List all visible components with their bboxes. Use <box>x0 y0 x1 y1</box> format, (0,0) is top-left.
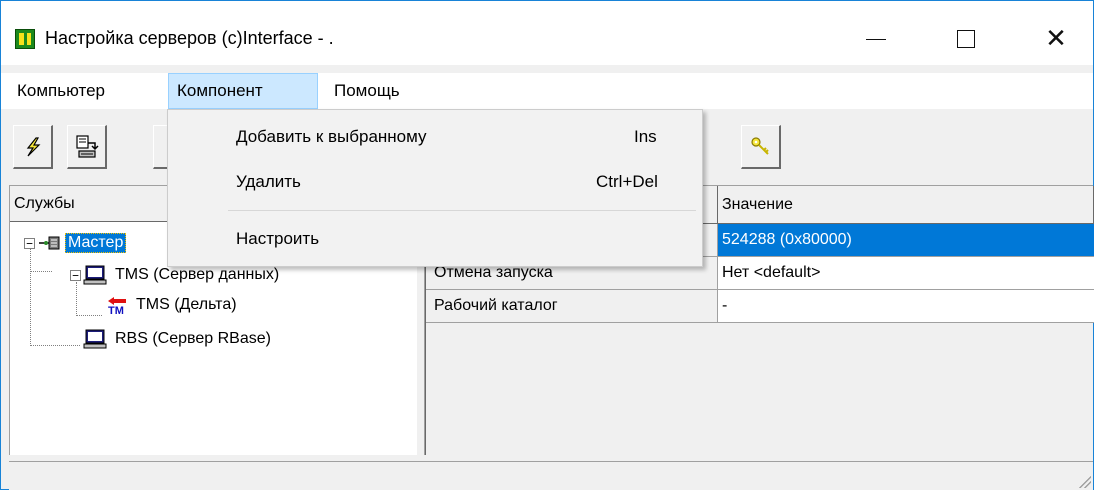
tree-connector <box>30 271 52 272</box>
lightning-button[interactable] <box>13 125 53 169</box>
close-icon: ✕ <box>1045 24 1067 54</box>
tree-connector <box>76 315 102 316</box>
tree-node-label[interactable]: TMS (Сервер данных) <box>113 266 281 284</box>
menu-separator <box>228 210 696 211</box>
menu-item-shortcut: Ins <box>634 127 657 146</box>
grid-row[interactable]: Рабочий каталог - <box>426 290 1094 323</box>
maximize-icon <box>957 30 975 48</box>
column-header-value[interactable]: Значение <box>718 186 1094 224</box>
key-icon <box>750 136 769 155</box>
menu-item-shortcut: Ctrl+Del <box>596 172 658 191</box>
computer-icon <box>83 329 107 349</box>
menu-item-add-to-selected[interactable]: Добавить к выбранному Ins <box>170 120 700 154</box>
resize-grip-icon[interactable] <box>1079 476 1091 488</box>
tree-node-master[interactable]: − Мастер <box>24 230 127 256</box>
menu-bar: Компьютер Компонент Помощь <box>1 73 1093 109</box>
tm-icon-text: TM <box>108 305 124 316</box>
computer-icon <box>83 265 107 285</box>
menu-computer[interactable]: Компьютер <box>15 73 113 109</box>
export-icon <box>75 134 99 158</box>
tree-node-tms-delta[interactable]: TM TMS (Дельта) <box>104 292 239 318</box>
lightning-icon <box>26 136 40 156</box>
grid-cell-value[interactable]: - <box>718 290 1094 323</box>
status-bar <box>9 461 1093 490</box>
export-button[interactable] <box>67 125 107 169</box>
menu-item-label: Настроить <box>236 229 320 248</box>
grid-cell-name[interactable]: Рабочий каталог <box>426 290 718 323</box>
app-icon <box>15 29 35 49</box>
minimize-icon <box>866 38 886 40</box>
window-title: Настройка серверов (c)Interface - . <box>45 28 334 48</box>
maximize-button[interactable] <box>931 15 1001 63</box>
menu-help[interactable]: Помощь <box>326 73 408 109</box>
collapse-icon[interactable]: − <box>24 237 35 249</box>
component-menu-dropdown: Добавить к выбранному Ins Удалить Ctrl+D… <box>167 109 703 267</box>
minimize-button[interactable] <box>841 15 911 63</box>
menu-item-delete[interactable]: Удалить Ctrl+Del <box>170 165 700 199</box>
app-window: Настройка серверов (c)Interface - . ✕ Ко… <box>0 0 1094 490</box>
menu-item-configure[interactable]: Настроить <box>170 222 700 256</box>
collapse-icon[interactable]: − <box>70 269 81 281</box>
menu-item-label: Добавить к выбранному <box>236 127 427 146</box>
key-button[interactable] <box>741 125 781 169</box>
network-icon <box>39 236 60 250</box>
menu-item-label: Удалить <box>236 172 301 191</box>
close-button[interactable]: ✕ <box>1021 15 1091 63</box>
menu-component[interactable]: Компонент <box>168 73 318 109</box>
tree-connector <box>30 248 31 346</box>
title-bar[interactable]: Настройка серверов (c)Interface - . ✕ <box>1 1 1093 65</box>
grid-cell-value[interactable]: Нет <default> <box>718 257 1094 290</box>
tree-node-rbs-server[interactable]: RBS (Сервер RBase) <box>70 326 273 352</box>
tree-node-label[interactable]: TMS (Дельта) <box>134 296 239 314</box>
tree-node-label[interactable]: Мастер <box>65 233 127 253</box>
tree-node-label[interactable]: RBS (Сервер RBase) <box>113 330 273 348</box>
tm-icon: TM <box>108 297 126 316</box>
grid-cell-value[interactable]: 524288 (0x80000) <box>718 224 1094 257</box>
